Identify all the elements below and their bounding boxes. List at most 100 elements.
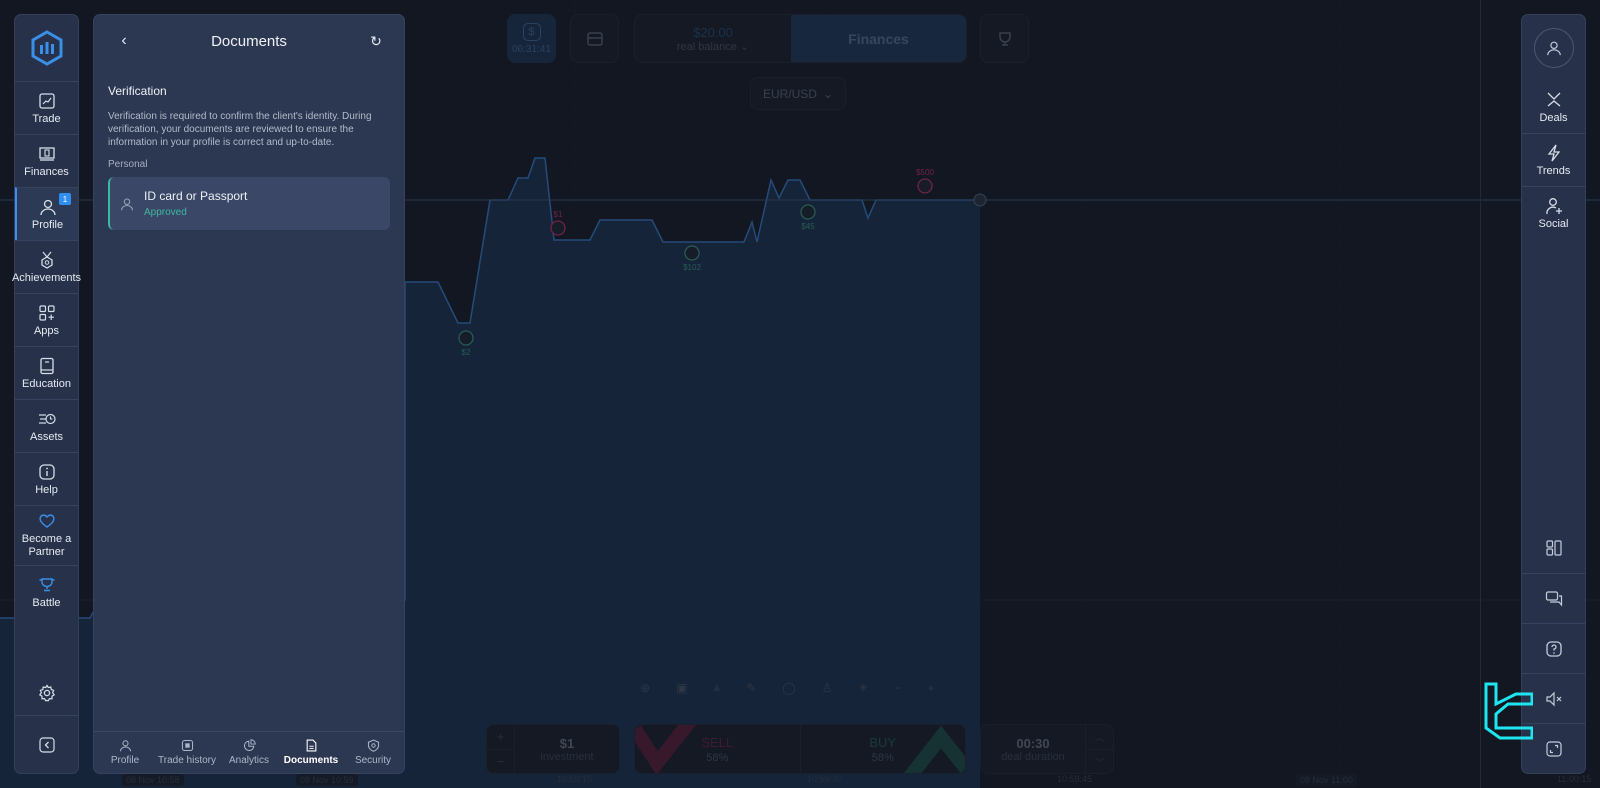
- medal-icon: [40, 251, 53, 269]
- chart-type-icon[interactable]: ▣: [676, 681, 687, 695]
- sidebar-item-social[interactable]: Social: [1522, 187, 1585, 240]
- logo-icon: [31, 30, 62, 66]
- sidebar-item-finances[interactable]: Finances: [15, 134, 78, 187]
- decrease-duration-button[interactable]: ﹀: [1086, 750, 1113, 774]
- tab-profile[interactable]: Profile: [94, 732, 156, 773]
- increase-investment-button[interactable]: +: [487, 725, 514, 750]
- analytics-icon: [243, 739, 256, 752]
- user-icon: [1546, 41, 1561, 56]
- sidebar-item-education[interactable]: Education: [15, 346, 78, 399]
- chat-button[interactable]: [1522, 573, 1585, 623]
- document-card-id-passport[interactable]: ID card or Passport Approved: [108, 177, 390, 230]
- chest-button[interactable]: [570, 14, 619, 63]
- pencil-icon[interactable]: ✎: [746, 681, 756, 695]
- user-signal-icon[interactable]: ♙: [822, 681, 833, 695]
- sidebar-item-battle[interactable]: Battle: [15, 565, 78, 618]
- target-icon[interactable]: ◯: [782, 681, 795, 695]
- sidebar-item-label: Battle: [32, 596, 61, 609]
- sidebar-item-partner[interactable]: Become a Partner: [15, 505, 78, 565]
- trade-marker-sell[interactable]: $1: [550, 210, 566, 236]
- sidebar-item-achievements[interactable]: Achievements: [12, 240, 81, 293]
- chat-icon: [1545, 590, 1562, 607]
- user-icon: [39, 199, 56, 215]
- sidebar-item-label: Assets: [29, 430, 63, 443]
- layout-icon: [1545, 540, 1562, 556]
- buy-arrow-icon: [903, 725, 965, 773]
- buy-button[interactable]: BUY 58%: [801, 725, 965, 773]
- tab-analytics[interactable]: Analytics: [218, 732, 280, 773]
- sell-button[interactable]: SELL 58%: [635, 725, 801, 773]
- layout-button[interactable]: [1522, 523, 1585, 573]
- sidebar-item-label: Trade: [32, 112, 61, 125]
- sidebar-item-label: Finances: [24, 165, 69, 178]
- back-button[interactable]: ‹: [114, 31, 134, 51]
- refresh-button[interactable]: ↻: [366, 31, 386, 51]
- settings-button[interactable]: [15, 675, 78, 711]
- mute-icon: [1545, 691, 1561, 706]
- sidebar-item-trends[interactable]: Trends: [1522, 134, 1585, 187]
- document-status: Approved: [144, 207, 187, 218]
- sparkle-icon[interactable]: ✳: [858, 681, 868, 695]
- document-icon: [306, 739, 316, 752]
- trade-marker-sell[interactable]: $500: [916, 168, 934, 194]
- tab-label: Documents: [283, 755, 339, 766]
- zoom-out-icon[interactable]: −: [895, 681, 902, 695]
- indicator-icon[interactable]: ⊕: [640, 681, 650, 695]
- chest-icon: [586, 31, 603, 46]
- chevron-left-icon: [38, 736, 55, 753]
- support-button[interactable]: [1522, 623, 1585, 673]
- tab-label: Analytics: [228, 755, 269, 766]
- drawing-icon[interactable]: ⩓: [713, 680, 720, 695]
- time-label: 11:00:15: [1557, 774, 1592, 784]
- sidebar-item-label: Become a Partner: [21, 533, 72, 558]
- documents-panel: ‹ Documents ↻ Verification Verification …: [93, 14, 405, 774]
- chart-tools-bar: ⊕ ▣ ⩓ ✎ ◯ ♙ ✳ − +: [640, 680, 935, 695]
- zoom-in-icon[interactable]: +: [928, 681, 935, 695]
- apps-icon: [38, 304, 55, 321]
- decrease-investment-button[interactable]: −: [487, 750, 514, 774]
- balance-amount: $20.00: [693, 24, 733, 40]
- marker-amount: $1: [554, 210, 563, 219]
- tournament-button[interactable]: [980, 14, 1029, 63]
- document-title: ID card or Passport: [144, 189, 248, 203]
- tab-label: Profile: [110, 755, 140, 766]
- time-label: 10:59:30: [807, 774, 843, 784]
- bonus-timer-button[interactable]: $ 06:31:41: [507, 14, 556, 63]
- duration-input[interactable]: 00:30 deal duration: [981, 725, 1085, 773]
- sidebar-item-label: Education: [22, 377, 71, 390]
- collapse-sidebar-button[interactable]: [15, 715, 78, 773]
- asset-pair-select[interactable]: EUR/USD ⌄: [750, 77, 846, 110]
- sidebar-item-assets[interactable]: Assets: [15, 399, 78, 452]
- right-sidebar: Deals Trends Social: [1521, 14, 1586, 774]
- investment-input[interactable]: $1 investment: [515, 725, 619, 773]
- tab-trade-history[interactable]: Trade history: [156, 732, 218, 773]
- chart-icon: [38, 92, 55, 109]
- sidebar-item-trade[interactable]: Trade: [15, 81, 78, 134]
- verification-heading: Verification: [108, 84, 167, 98]
- trading-app: $2 $1 $102 $45 $500 $ 06:31:41 $20.00 real b…: [0, 0, 1600, 788]
- sidebar-item-label: Deals: [1539, 111, 1568, 124]
- balance-group: $20.00 real balance ⌄ Finances: [634, 14, 967, 63]
- logo[interactable]: [15, 15, 78, 81]
- notification-badge: 1: [59, 193, 71, 205]
- sidebar-item-label: Trends: [1536, 164, 1571, 177]
- fullscreen-icon: [1545, 740, 1562, 757]
- tab-security[interactable]: Security: [342, 732, 404, 773]
- balance-selector[interactable]: $20.00 real balance ⌄: [635, 15, 791, 62]
- balance-label: real balance ⌄: [676, 40, 750, 53]
- sidebar-item-profile[interactable]: 1 Profile: [15, 187, 78, 240]
- sidebar-item-apps[interactable]: Apps: [15, 293, 78, 346]
- finances-icon: [38, 146, 55, 161]
- tab-documents[interactable]: Documents: [280, 732, 342, 773]
- investment-value: $1: [559, 735, 575, 751]
- heart-icon: [38, 514, 55, 528]
- sidebar-item-help[interactable]: Help: [15, 452, 78, 505]
- account-avatar-button[interactable]: [1522, 15, 1585, 81]
- duration-label: deal duration: [1001, 750, 1065, 763]
- panel-title: Documents: [211, 33, 287, 50]
- sidebar-item-deals[interactable]: Deals: [1522, 81, 1585, 134]
- marker-amount: $500: [916, 168, 934, 177]
- finances-button[interactable]: Finances: [791, 15, 966, 62]
- increase-duration-button[interactable]: ︿: [1086, 725, 1113, 750]
- refresh-icon: ↻: [370, 32, 382, 49]
